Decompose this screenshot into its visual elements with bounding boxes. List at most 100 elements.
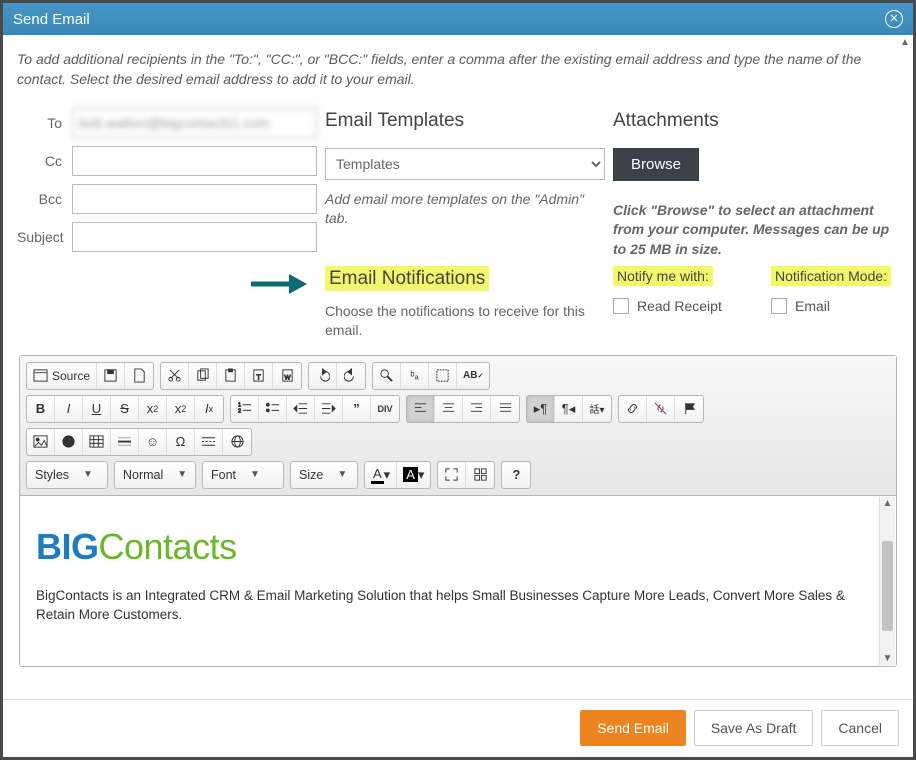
find-button[interactable] bbox=[373, 363, 401, 389]
align-center-button[interactable] bbox=[435, 396, 463, 422]
align-right-icon bbox=[469, 401, 484, 416]
templates-hint: Add email more templates on the "Admin" … bbox=[325, 190, 605, 229]
globe-icon bbox=[230, 434, 245, 449]
redo-icon bbox=[344, 368, 359, 383]
flag-icon bbox=[682, 401, 697, 416]
templates-section: Email Templates Templates Add email more… bbox=[325, 108, 605, 260]
indent-button[interactable] bbox=[315, 396, 343, 422]
read-receipt-checkbox[interactable] bbox=[613, 298, 629, 314]
strike-button[interactable]: S bbox=[111, 396, 139, 422]
link-button[interactable] bbox=[619, 396, 647, 422]
iframe-button[interactable] bbox=[223, 429, 251, 455]
smiley-button[interactable]: ☺ bbox=[139, 429, 167, 455]
outdent-button[interactable] bbox=[287, 396, 315, 422]
unlink-icon bbox=[653, 401, 668, 416]
save-icon bbox=[103, 368, 118, 383]
notifications-sub: Choose the notifications to receive for … bbox=[325, 302, 605, 341]
specialchar-button[interactable]: Ω bbox=[167, 429, 195, 455]
editor-scrollbar[interactable]: ▲ ▼ bbox=[879, 497, 895, 665]
rtl-button[interactable]: ¶◂ bbox=[555, 396, 583, 422]
bold-button[interactable]: B bbox=[27, 396, 55, 422]
cc-input[interactable] bbox=[72, 146, 317, 176]
anchor-button[interactable] bbox=[675, 396, 703, 422]
cut-button[interactable] bbox=[161, 363, 189, 389]
underline-button[interactable]: U bbox=[83, 396, 111, 422]
div-button[interactable]: DIV bbox=[371, 396, 399, 422]
notifications-section: Email Notifications Choose the notificat… bbox=[325, 268, 605, 341]
align-justify-button[interactable] bbox=[491, 396, 519, 422]
arrow-icon bbox=[249, 272, 307, 296]
show-blocks-button[interactable] bbox=[466, 462, 494, 488]
bcc-input[interactable] bbox=[72, 184, 317, 214]
blockquote-button[interactable]: ” bbox=[343, 396, 371, 422]
ltr-button[interactable]: ▸¶ bbox=[527, 396, 555, 422]
copy-icon bbox=[195, 368, 210, 383]
mode-email-checkbox[interactable] bbox=[771, 298, 787, 314]
table-button[interactable] bbox=[83, 429, 111, 455]
cut-icon bbox=[167, 368, 182, 383]
source-button[interactable]: Source bbox=[27, 363, 97, 389]
pagebreak-button[interactable] bbox=[195, 429, 223, 455]
selectall-button[interactable] bbox=[429, 363, 457, 389]
size-dropdown[interactable]: Size▼ bbox=[290, 461, 358, 489]
editor-content[interactable]: BIGContacts BigContacts is an Integrated… bbox=[20, 496, 896, 666]
link-icon bbox=[625, 401, 640, 416]
superscript-button[interactable]: x2 bbox=[167, 396, 195, 422]
attachments-title: Attachments bbox=[613, 110, 893, 132]
close-icon[interactable]: ✕ bbox=[885, 10, 903, 28]
rich-text-editor: Source T W ᵇₐ bbox=[19, 355, 897, 667]
ul-icon bbox=[265, 401, 280, 416]
bg-color-button[interactable]: A▾ bbox=[397, 462, 430, 488]
numbered-list-button[interactable]: 12 bbox=[231, 396, 259, 422]
undo-button[interactable] bbox=[309, 363, 337, 389]
dialog-header: Send Email ✕ bbox=[3, 3, 913, 35]
styles-dropdown[interactable]: Styles▼ bbox=[26, 461, 108, 489]
flash-icon: f bbox=[61, 434, 76, 449]
redo-button[interactable] bbox=[337, 363, 365, 389]
language-button[interactable]: 話▾ bbox=[583, 396, 611, 422]
replace-button[interactable]: ᵇₐ bbox=[401, 363, 429, 389]
notify-me-with: Notify me with: Read Receipt bbox=[613, 268, 763, 314]
templates-select[interactable]: Templates bbox=[325, 148, 605, 180]
attachments-section: Attachments Browse Click "Browse" to sel… bbox=[613, 108, 893, 260]
dialog-body: ▲ To add additional recipients in the "T… bbox=[3, 35, 913, 699]
about-button[interactable]: ? bbox=[502, 462, 530, 488]
notification-mode: Notification Mode: Email bbox=[771, 268, 911, 314]
attachments-hint: Click "Browse" to select an attachment f… bbox=[613, 201, 893, 260]
maximize-button[interactable] bbox=[438, 462, 466, 488]
subscript-button[interactable]: x2 bbox=[139, 396, 167, 422]
to-input[interactable] bbox=[72, 108, 317, 138]
subject-input[interactable] bbox=[72, 222, 317, 252]
mode-label: Notification Mode: bbox=[771, 266, 891, 286]
svg-text:2: 2 bbox=[238, 409, 241, 415]
format-dropdown[interactable]: Normal▼ bbox=[114, 461, 196, 489]
paste-button[interactable] bbox=[217, 363, 245, 389]
newpage-button[interactable] bbox=[125, 363, 153, 389]
templates-title: Email Templates bbox=[325, 110, 605, 132]
browse-button[interactable]: Browse bbox=[613, 148, 699, 181]
paste-text-icon: T bbox=[251, 368, 266, 383]
send-email-button[interactable]: Send Email bbox=[580, 710, 686, 746]
read-receipt-label: Read Receipt bbox=[637, 298, 722, 314]
copy-button[interactable] bbox=[189, 363, 217, 389]
paste-word-button[interactable]: W bbox=[273, 363, 301, 389]
scrollbar[interactable]: ▲ bbox=[897, 35, 913, 699]
text-color-button[interactable]: A▾ bbox=[365, 462, 397, 488]
paste-text-button[interactable]: T bbox=[245, 363, 273, 389]
unlink-button[interactable] bbox=[647, 396, 675, 422]
save-button[interactable] bbox=[97, 363, 125, 389]
italic-button[interactable]: I bbox=[55, 396, 83, 422]
save-draft-button[interactable]: Save As Draft bbox=[694, 710, 814, 746]
editor-toolbar: Source T W ᵇₐ bbox=[20, 356, 896, 496]
align-left-button[interactable] bbox=[407, 396, 435, 422]
remove-format-button[interactable]: Ix bbox=[195, 396, 223, 422]
flash-button[interactable]: f bbox=[55, 429, 83, 455]
font-dropdown[interactable]: Font▼ bbox=[202, 461, 284, 489]
hr-button[interactable] bbox=[111, 429, 139, 455]
bullet-list-button[interactable] bbox=[259, 396, 287, 422]
spellcheck-button[interactable]: AB✓ bbox=[457, 363, 489, 389]
cancel-button[interactable]: Cancel bbox=[821, 710, 899, 746]
image-button[interactable] bbox=[27, 429, 55, 455]
maximize-icon bbox=[444, 467, 459, 482]
align-right-button[interactable] bbox=[463, 396, 491, 422]
